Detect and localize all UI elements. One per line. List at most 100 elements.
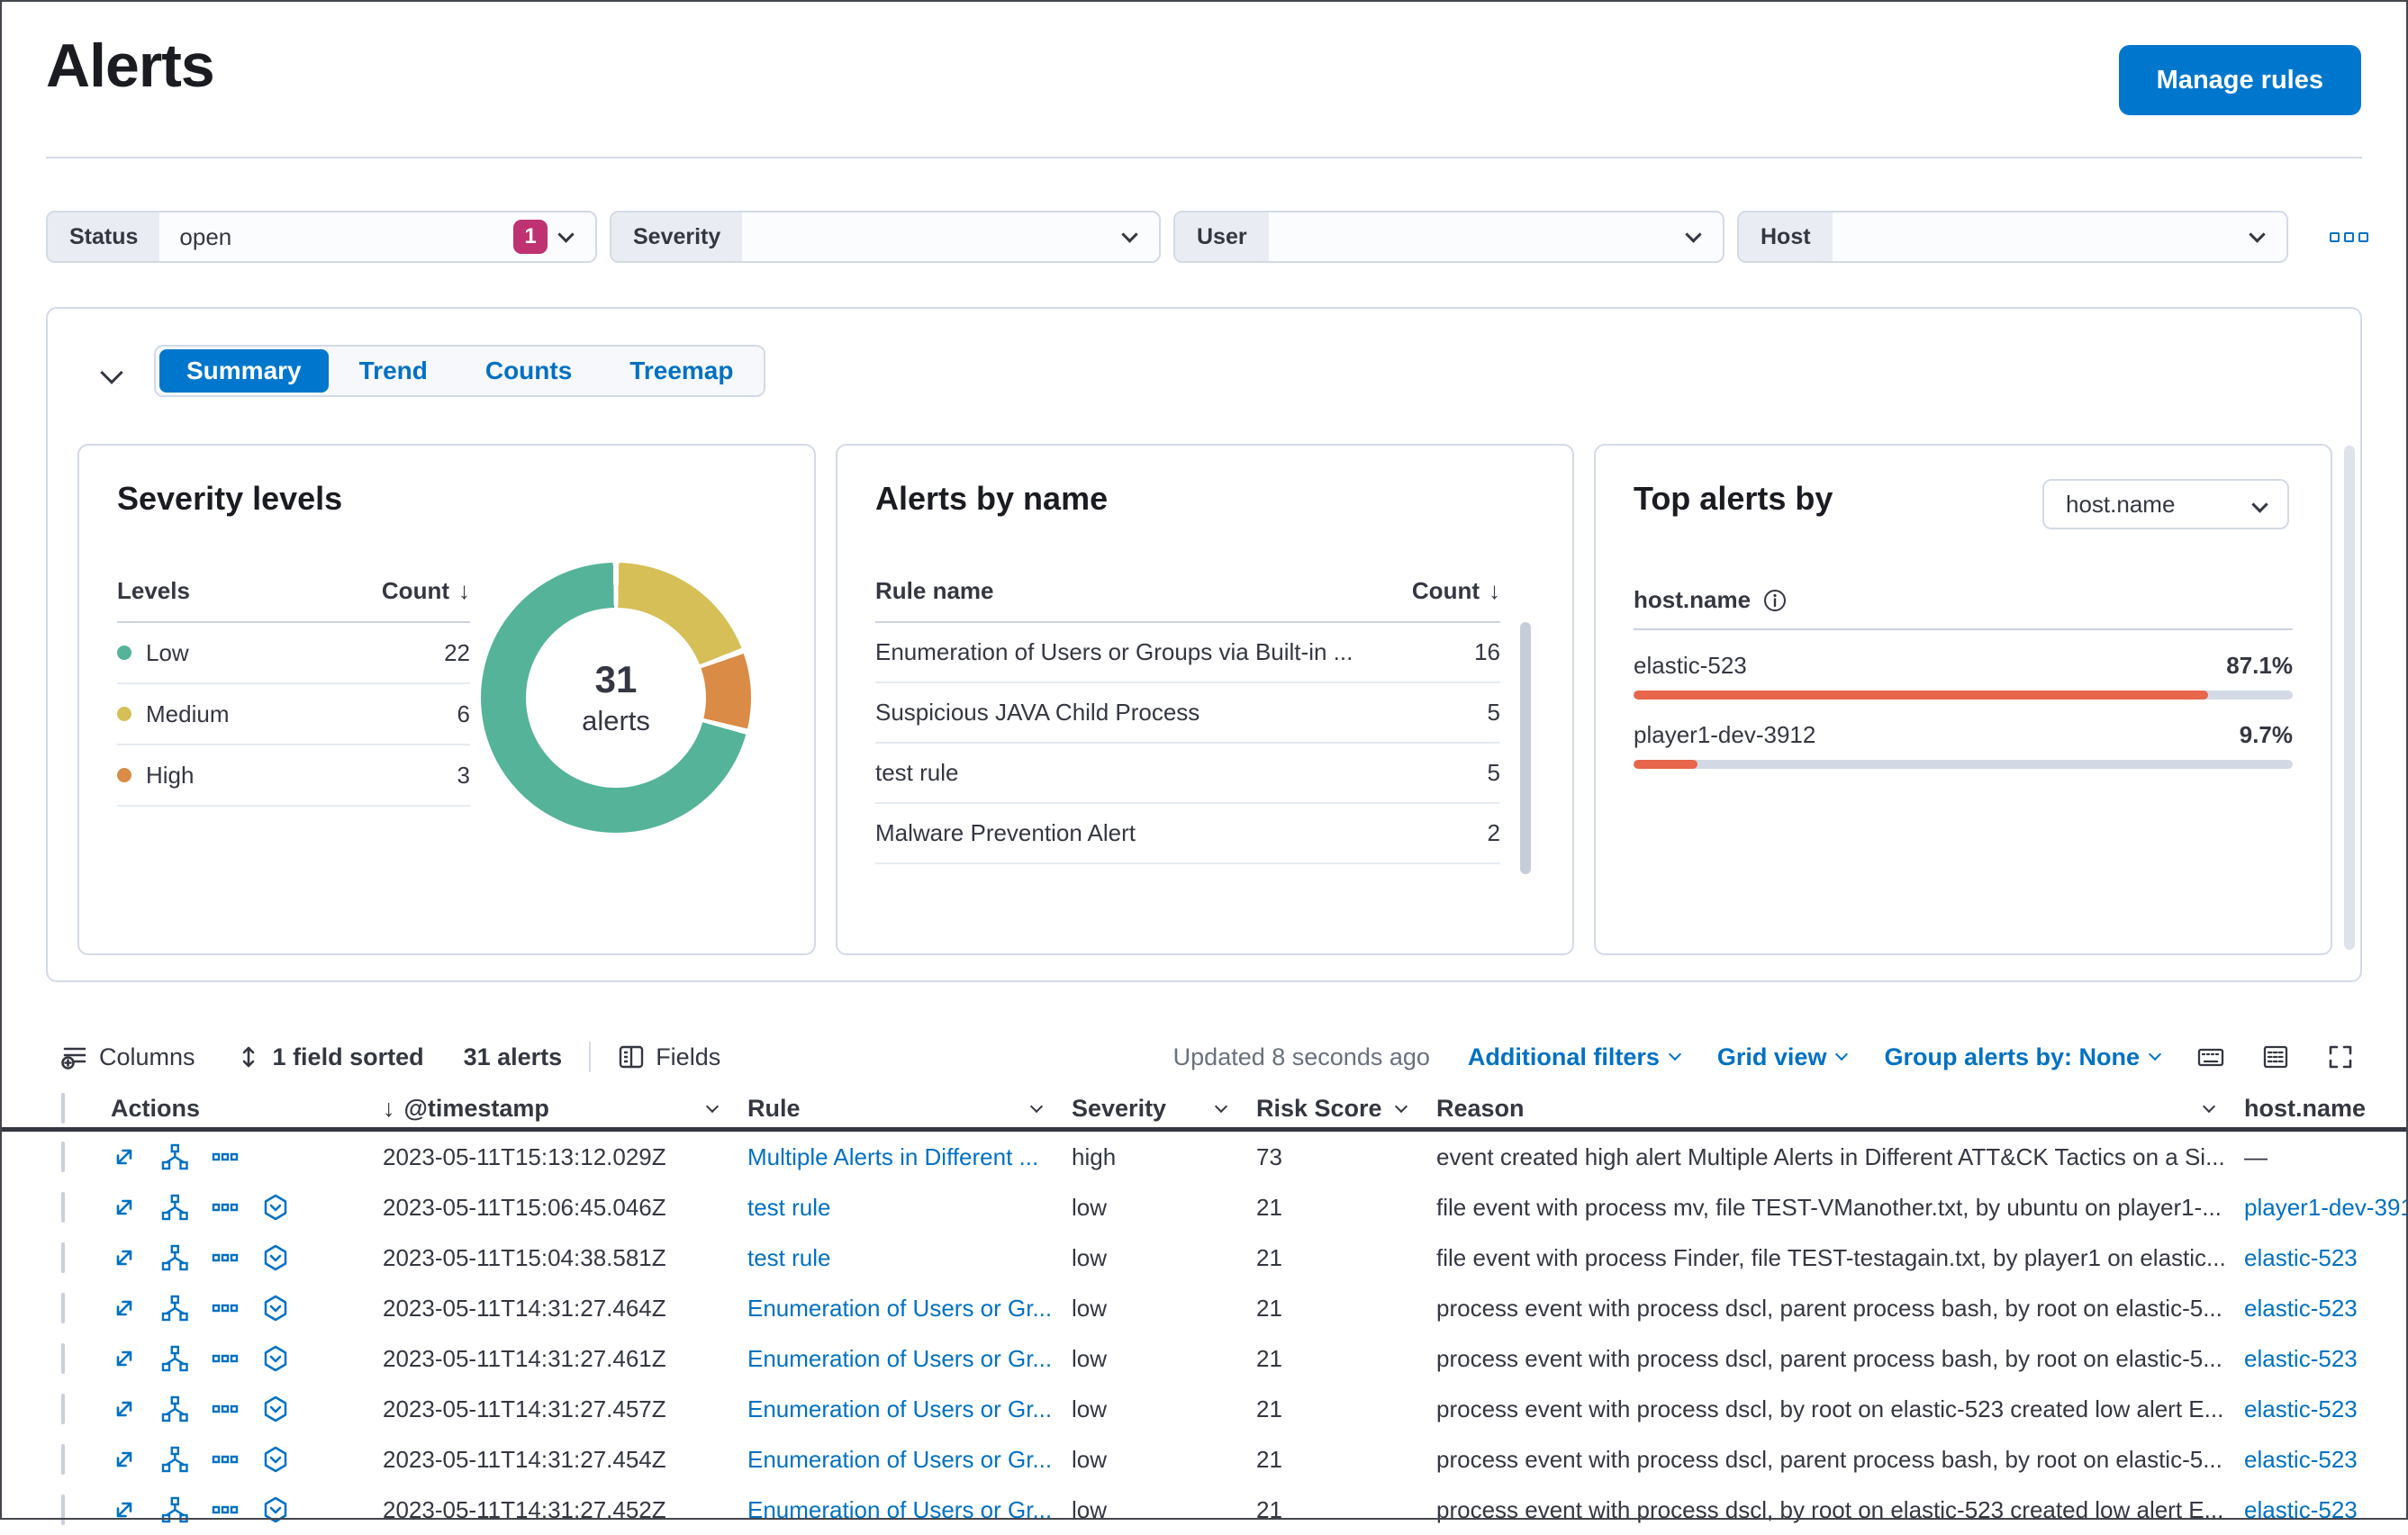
expand-alert-icon[interactable] (111, 1295, 138, 1322)
select-all-checkbox[interactable] (61, 1093, 65, 1124)
more-actions-icon[interactable] (212, 1143, 239, 1170)
row-checkbox[interactable] (61, 1393, 65, 1424)
alert-timestamp: 2023-05-11T14:31:27.457Z (383, 1395, 666, 1422)
fullscreen-button[interactable] (2327, 1043, 2354, 1070)
row-checkbox[interactable] (61, 1443, 65, 1475)
host-filter[interactable]: Host (1737, 211, 2288, 263)
alert-rule-link[interactable]: Multiple Alerts in Different ... (747, 1143, 1038, 1171)
severity-column-header[interactable]: Severity (1072, 1095, 1256, 1123)
alert-host-link[interactable]: elastic-523 (2244, 1395, 2358, 1423)
alert-rule-link[interactable]: Enumeration of Users or Gr... (747, 1295, 1052, 1323)
scrollbar-thumb[interactable] (2344, 446, 2355, 950)
analyze-event-icon[interactable] (161, 1143, 188, 1170)
top-alerts-field-select[interactable]: host.name (2042, 479, 2289, 529)
expand-alert-icon[interactable] (111, 1194, 138, 1221)
expand-alert-icon[interactable] (111, 1446, 138, 1473)
row-checkbox[interactable] (61, 1141, 65, 1172)
manage-rules-button[interactable]: Manage rules (2118, 45, 2361, 115)
session-view-icon[interactable] (262, 1345, 289, 1372)
alert-host-link[interactable]: elastic-523 (2244, 1244, 2358, 1272)
severity-count: 22 (444, 638, 470, 666)
alert-rule-link[interactable]: test rule (747, 1244, 831, 1272)
status-filter[interactable]: Status open 1 (46, 211, 597, 263)
fields-button[interactable]: Fields (618, 1043, 720, 1071)
alert-host-link[interactable]: elastic-523 (2244, 1345, 2358, 1373)
columns-button[interactable]: Columns (61, 1043, 195, 1071)
alert-reason: file event with process mv, file TEST-VM… (1436, 1193, 2222, 1221)
row-checkbox[interactable] (61, 1242, 65, 1273)
alerts-by-name-table: Rule name Count ↓ Enumeration of Users o… (875, 577, 1500, 864)
tab-summary[interactable]: Summary (159, 349, 329, 393)
user-filter[interactable]: User (1173, 211, 1725, 263)
more-actions-icon[interactable] (212, 1295, 239, 1322)
tab-trend[interactable]: Trend (332, 349, 455, 393)
columns-icon (61, 1047, 86, 1070)
more-actions-icon[interactable] (212, 1446, 239, 1473)
alert-host-link[interactable]: player1-dev-3912 (2244, 1194, 2408, 1222)
keyboard-shortcuts-button[interactable] (2197, 1043, 2224, 1070)
additional-filters-button[interactable]: Additional filters (1468, 1043, 1681, 1071)
alert-host-link[interactable]: — (2244, 1143, 2268, 1171)
analyze-event-icon[interactable] (161, 1244, 188, 1271)
row-checkbox[interactable] (61, 1494, 65, 1525)
rule-column-header[interactable]: Rule (747, 1095, 1072, 1123)
alert-rule-link[interactable]: Enumeration of Users or Gr... (747, 1395, 1052, 1423)
analyze-event-icon[interactable] (161, 1345, 188, 1372)
expand-alert-icon[interactable] (111, 1345, 138, 1372)
severity-label: Medium (146, 700, 230, 727)
risk-score-column-header[interactable]: Risk Score (1256, 1095, 1436, 1123)
expand-alert-icon[interactable] (111, 1395, 138, 1422)
scrollbar-thumb[interactable] (1520, 622, 1531, 874)
count-column-header[interactable]: Count (382, 577, 449, 605)
expand-alert-icon[interactable] (111, 1143, 138, 1170)
chevron-down-icon[interactable] (1394, 1099, 1408, 1113)
more-actions-icon[interactable] (212, 1395, 239, 1422)
host-column-header[interactable]: host.name (2244, 1095, 2408, 1123)
chevron-down-icon[interactable] (705, 1099, 720, 1113)
session-view-icon[interactable] (262, 1446, 289, 1473)
row-checkbox[interactable] (61, 1342, 65, 1374)
alert-host-link[interactable]: elastic-523 (2244, 1446, 2358, 1474)
filter-settings-icon[interactable] (2330, 231, 2368, 242)
page-title: Alerts (46, 32, 215, 100)
grid-view-button[interactable]: Grid view (1717, 1043, 1849, 1071)
alert-rule-link[interactable]: test rule (747, 1194, 831, 1222)
info-icon[interactable] (1763, 589, 1787, 612)
tab-treemap[interactable]: Treemap (602, 349, 760, 393)
selected-field-value: host.name (2066, 490, 2176, 518)
alert-rule-link[interactable]: Enumeration of Users or Gr... (747, 1446, 1052, 1474)
session-view-icon[interactable] (262, 1194, 289, 1221)
alert-host-link[interactable]: elastic-523 (2244, 1295, 2358, 1323)
alert-severity: low (1072, 1243, 1108, 1271)
more-actions-icon[interactable] (212, 1345, 239, 1372)
tab-counts[interactable]: Counts (458, 349, 599, 393)
collapse-chevron-icon[interactable] (100, 361, 123, 384)
chevron-down-icon[interactable] (1214, 1099, 1228, 1113)
timestamp-column-header[interactable]: ↓ @timestamp (383, 1095, 747, 1123)
session-view-icon[interactable] (262, 1244, 289, 1271)
session-view-icon[interactable] (262, 1295, 289, 1322)
alert-rule-link[interactable]: Enumeration of Users or Gr... (747, 1345, 1052, 1373)
more-actions-icon[interactable] (212, 1244, 239, 1271)
display-density-button[interactable] (2262, 1043, 2289, 1070)
analyze-event-icon[interactable] (161, 1295, 188, 1322)
more-actions-icon[interactable] (212, 1194, 239, 1221)
count-column-header[interactable]: Count (1412, 577, 1480, 605)
analyze-event-icon[interactable] (161, 1395, 188, 1422)
sort-fields-button[interactable]: 1 field sorted (235, 1043, 424, 1071)
reason-column-header[interactable]: Reason (1436, 1095, 2244, 1123)
analyze-event-icon[interactable] (161, 1446, 188, 1473)
session-view-icon[interactable] (262, 1395, 289, 1422)
expand-alert-icon[interactable] (111, 1244, 138, 1271)
group-alerts-button[interactable]: Group alerts by: None (1884, 1043, 2162, 1071)
row-checkbox[interactable] (61, 1292, 65, 1323)
row-checkbox[interactable] (61, 1191, 65, 1223)
chevron-down-icon[interactable] (2202, 1099, 2216, 1113)
severity-levels-card: Severity levels Levels Count ↓ Low 22 Me… (77, 444, 816, 955)
severity-filter[interactable]: Severity (610, 211, 1161, 263)
progress-bar (1634, 691, 2293, 700)
alert-table-row: 2023-05-11T15:13:12.029Z Multiple Alerts… (0, 1132, 2408, 1182)
analyze-event-icon[interactable] (161, 1194, 188, 1221)
chevron-down-icon[interactable] (1029, 1099, 1044, 1113)
severity-label: High (146, 761, 195, 789)
